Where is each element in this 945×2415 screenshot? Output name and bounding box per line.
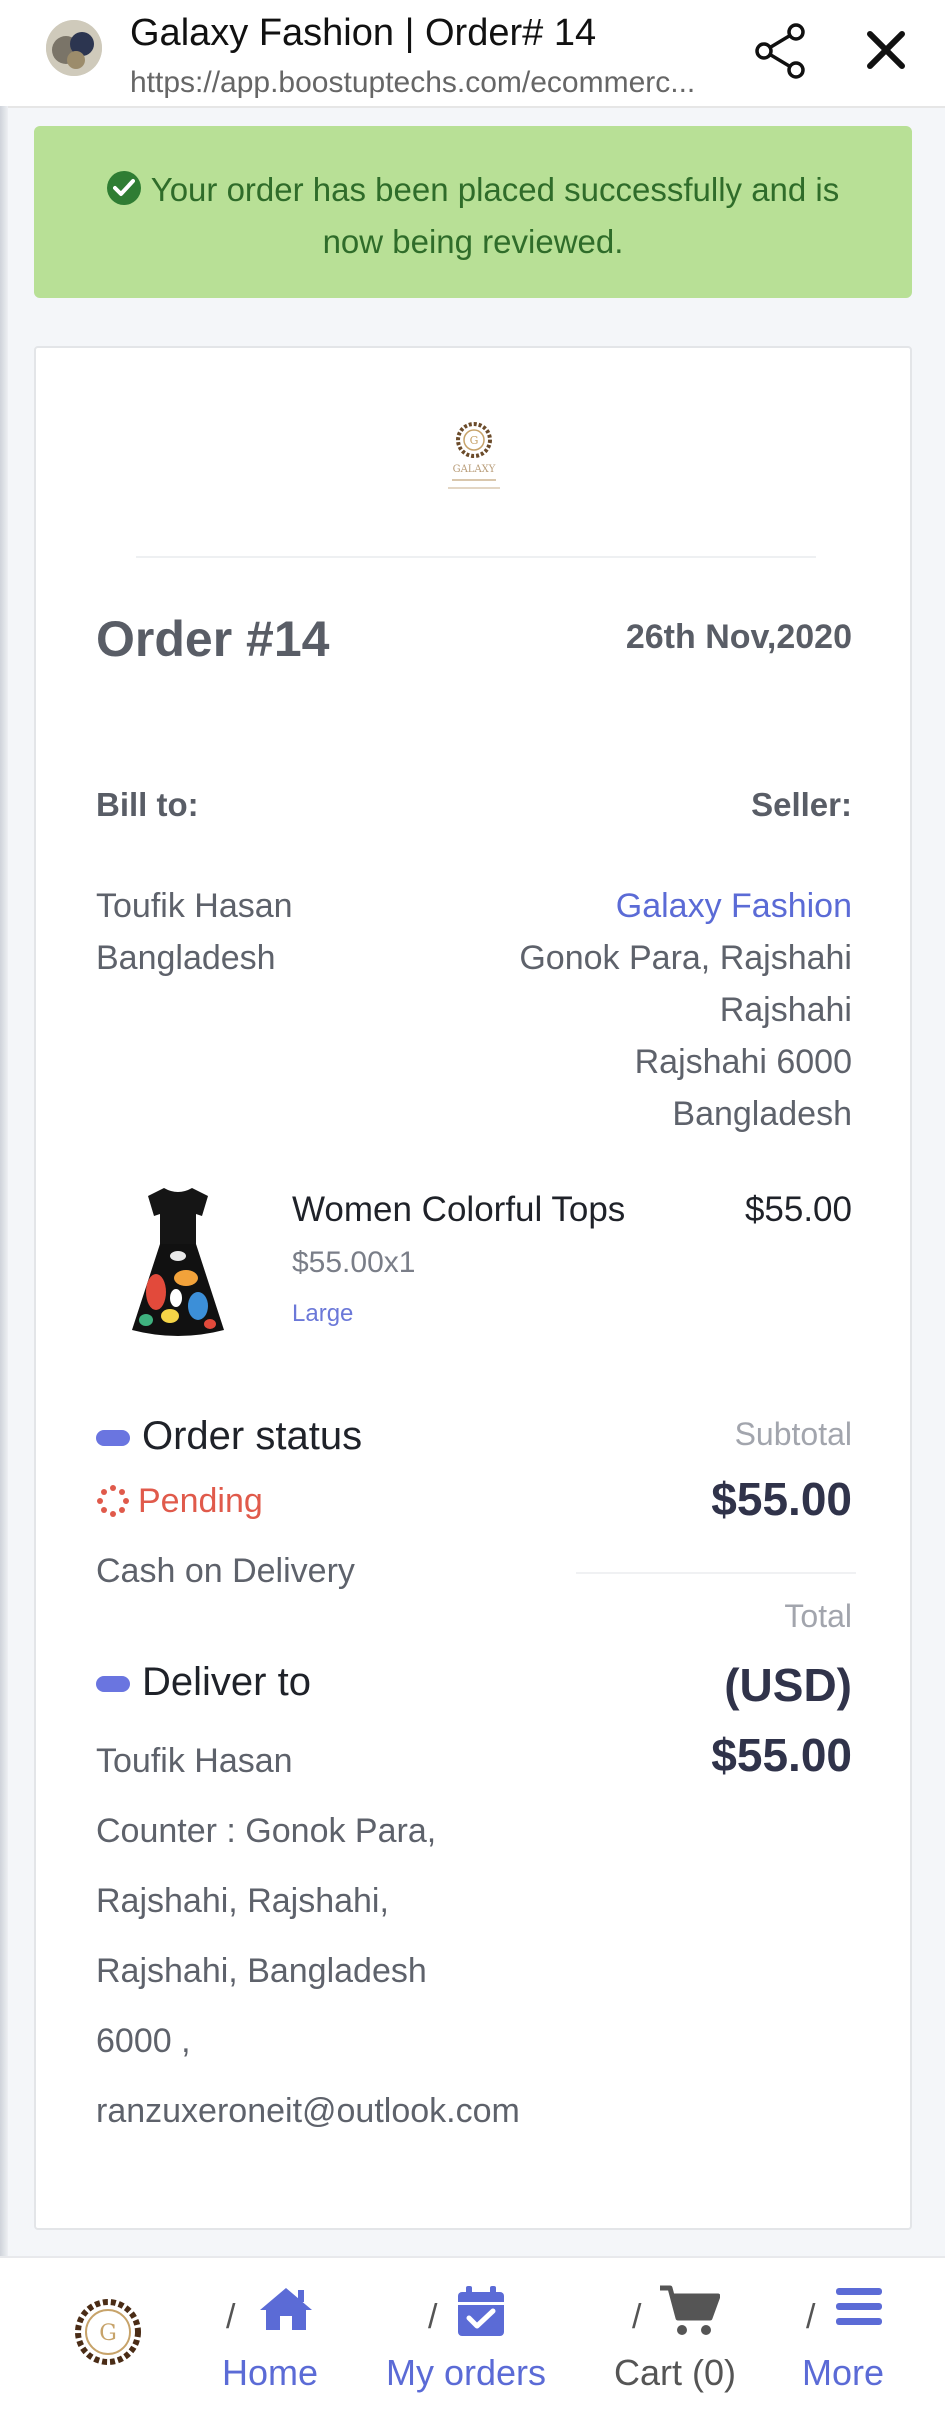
status-value: Pending [138, 1482, 263, 1520]
delivery-address-line: Counter : Gonok Para, [96, 1812, 437, 1850]
bill-to-label: Bill to: [96, 786, 199, 823]
nav-label-my-orders: My orders [386, 2352, 547, 2393]
order-status-heading: Order status [96, 1414, 362, 1459]
spinner-icon [97, 1485, 129, 1517]
bill-to-name: Toufik Hasan [96, 887, 293, 925]
close-icon[interactable] [862, 26, 910, 74]
delivery-email: ranzuxeroneit@outlook.com [96, 2092, 520, 2130]
order-number: Order #14 [96, 611, 330, 667]
nav-separator: / [428, 2298, 438, 2336]
total-currency: (USD) [724, 1659, 852, 1711]
bill-to-address: Toufik Hasan Bangladesh [96, 880, 293, 984]
order-status-title: Order status [142, 1414, 363, 1458]
bill-to-country: Bangladesh [96, 939, 276, 977]
subtotal-label: Subtotal [734, 1416, 852, 1452]
store-logo-icon[interactable]: G [70, 2294, 146, 2370]
invoice-card: G GALAXY Order #14 26th Nov,2020 Bill to… [34, 346, 912, 2230]
page-title: Galaxy Fashion | Order# 14 [130, 12, 597, 54]
product-size: Large [292, 1300, 354, 1327]
nav-label-home: Home [222, 2352, 319, 2393]
nav-item-more[interactable]: / More [800, 2258, 900, 2415]
nav-label-more: More [802, 2352, 885, 2393]
menu-icon [834, 2284, 884, 2335]
nav-separator: / [806, 2298, 816, 2336]
deliver-to-title: Deliver to [142, 1660, 311, 1704]
success-banner: Your order has been placed successfully … [34, 126, 912, 298]
seller-name-link[interactable]: Galaxy Fashion [519, 880, 852, 932]
delivery-address: Toufik Hasan Counter : Gonok Para, Rajsh… [96, 1726, 520, 2146]
payment-method: Cash on Delivery [96, 1552, 355, 1590]
home-icon [256, 2284, 316, 2339]
deliver-to-heading: Deliver to [96, 1660, 311, 1705]
pill-bullet-icon [96, 1676, 130, 1693]
nav-item-home[interactable]: / Home [222, 2258, 332, 2415]
calendar-check-icon [456, 2284, 506, 2343]
seller-address-line: Gonok Para, Rajshahi [519, 939, 852, 977]
delivery-name: Toufik Hasan [96, 1742, 293, 1780]
summary-divider [576, 1572, 856, 1574]
nav-separator: / [226, 2298, 236, 2336]
nav-item-cart[interactable]: / Cart (0) [612, 2258, 742, 2415]
nav-separator: / [632, 2298, 642, 2336]
site-favicon [46, 20, 102, 76]
check-circle-icon [106, 171, 141, 205]
product-price: $55.00 [744, 1190, 852, 1229]
galaxy-logo: G GALAXY [438, 418, 510, 498]
product-quantity: $55.00x1 [292, 1246, 416, 1279]
order-date: 26th Nov,2020 [625, 618, 852, 656]
delivery-address-line: Rajshahi, Rajshahi, [96, 1882, 389, 1920]
total-label: Total [784, 1598, 852, 1634]
svg-text:G: G [99, 2321, 117, 2346]
seller-address-line: Bangladesh [672, 1095, 852, 1133]
svg-text:GALAXY: GALAXY [453, 464, 496, 475]
status-badge: Pending [96, 1482, 263, 1521]
success-message: Your order has been placed successfully … [150, 171, 840, 260]
subtotal-value: $55.00 [711, 1473, 852, 1525]
seller-address-line: Rajshahi 6000 [634, 1043, 852, 1081]
page-edge-shadow [0, 106, 8, 2256]
bottom-nav: G / Home / My orders / Cart (0) / More [0, 2256, 945, 2415]
product-image[interactable] [126, 1182, 230, 1342]
pill-bullet-icon [96, 1430, 130, 1447]
svg-text:G: G [470, 434, 479, 447]
browser-header: Galaxy Fashion | Order# 14 https://app.b… [0, 0, 945, 108]
nav-label-cart: Cart (0) [614, 2352, 737, 2393]
product-name[interactable]: Women Colorful Tops [292, 1190, 625, 1230]
cart-icon [658, 2284, 721, 2343]
delivery-address-line: 6000 , [96, 2022, 191, 2060]
page-url[interactable]: https://app.boostuptechs.com/ecommerc... [130, 66, 730, 100]
nav-item-my-orders[interactable]: / My orders [386, 2258, 556, 2415]
share-icon[interactable] [752, 22, 810, 80]
seller-address: Galaxy Fashion Gonok Para, Rajshahi Rajs… [519, 880, 852, 1140]
seller-label: Seller: [751, 786, 852, 823]
total-value: $55.00 [711, 1729, 852, 1781]
seller-address-line: Rajshahi [719, 991, 852, 1029]
delivery-address-line: Rajshahi, Bangladesh [96, 1952, 427, 1990]
logo-divider [136, 556, 816, 558]
